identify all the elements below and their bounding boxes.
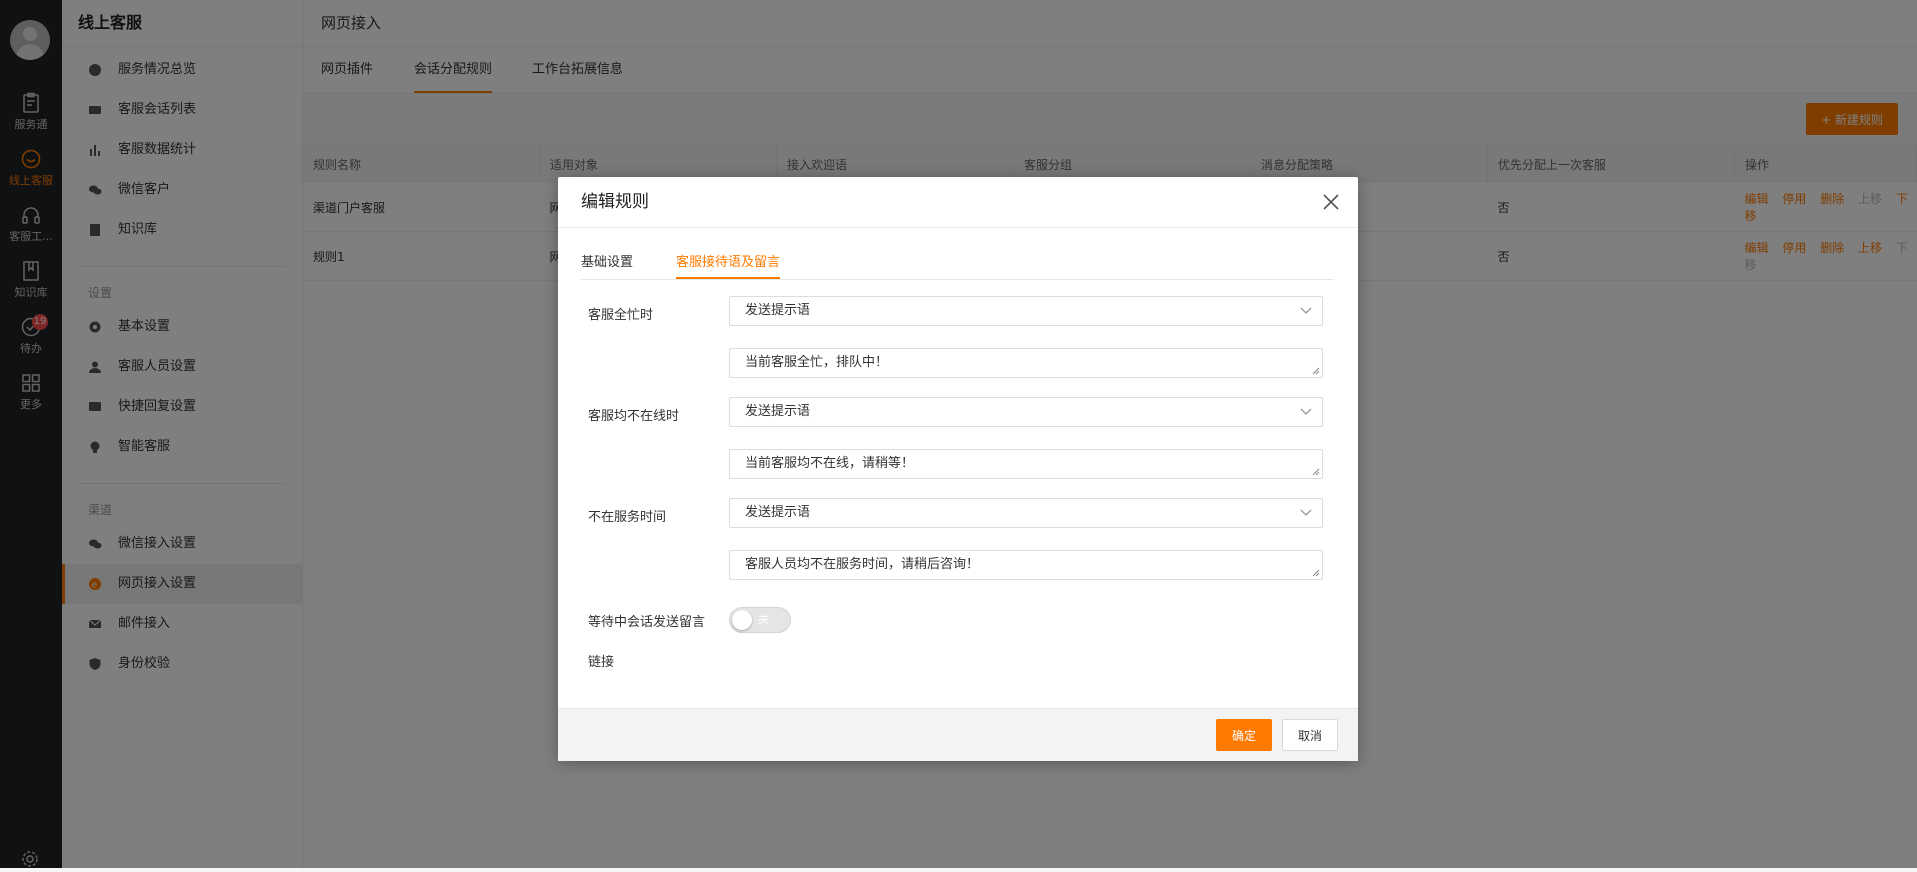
tab-basic-settings[interactable]: 基础设置 (581, 251, 633, 279)
modal-footer: 确定 取消 (558, 708, 1358, 761)
toggle-knob (732, 610, 752, 630)
offline-label: 客服均不在线时 (588, 409, 680, 424)
busy-message-textarea[interactable]: 当前客服全忙，排队中！ (729, 348, 1323, 378)
resize-grip-icon[interactable] (1312, 569, 1320, 577)
chevron-down-icon (1300, 408, 1312, 415)
leave-message-toggle[interactable]: 关 (729, 607, 791, 633)
link-label: 链接 (588, 655, 615, 670)
chevron-down-icon (1300, 307, 1312, 314)
resize-grip-icon[interactable] (1312, 367, 1320, 375)
modal-tabs: 基础设置 客服接待语及留言 (581, 251, 1333, 280)
tab-greeting-and-message[interactable]: 客服接待语及留言 (676, 251, 781, 279)
modal-title: 编辑规则 (581, 192, 649, 212)
offline-action-select[interactable]: 发送提示语 (729, 397, 1323, 427)
offline-message-textarea[interactable]: 当前客服均不在线，请稍等！ (729, 449, 1323, 479)
resize-grip-icon[interactable] (1312, 468, 1320, 476)
chevron-down-icon (1300, 509, 1312, 516)
busy-label: 客服全忙时 (588, 308, 654, 323)
off-hours-action-select[interactable]: 发送提示语 (729, 498, 1323, 528)
confirm-button[interactable]: 确定 (1216, 719, 1272, 751)
close-icon[interactable] (1322, 193, 1340, 211)
modal-header: 编辑规则 (558, 177, 1358, 228)
edit-rule-modal: 编辑规则 基础设置 客服接待语及留言 客服全忙时 发送提示语 当前客服全忙，排队… (558, 177, 1358, 761)
cancel-button[interactable]: 取消 (1282, 719, 1338, 751)
off-hours-message-textarea[interactable]: 客服人员均不在服务时间，请稍后咨询！ (729, 550, 1323, 580)
leave-message-label: 等待中会话发送留言 (588, 615, 706, 630)
off-hours-label: 不在服务时间 (588, 510, 667, 525)
busy-action-select[interactable]: 发送提示语 (729, 296, 1323, 326)
